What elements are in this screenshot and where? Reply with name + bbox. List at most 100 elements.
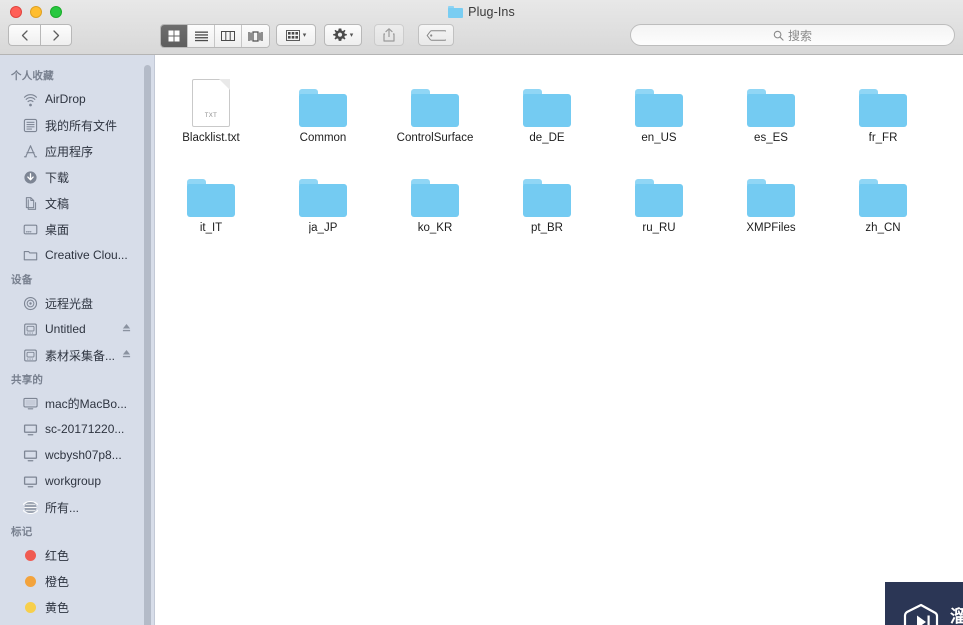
tag-dot-icon (22, 547, 38, 563)
sidebar-item-item-0[interactable]: 红色 (0, 542, 154, 568)
sidebar-item-workgroup[interactable]: workgroup (0, 468, 154, 494)
sidebar-item-item-1[interactable]: 我的所有文件 (0, 112, 154, 138)
folder-icon (859, 73, 907, 127)
sidebar-item-label: 应用程序 (45, 144, 94, 159)
sidebar-item-untitled[interactable]: Untitled (0, 316, 154, 342)
display-icon (22, 395, 38, 411)
navigation-buttons (8, 24, 72, 46)
file-item[interactable]: TXT Blacklist.txt (155, 69, 267, 159)
gear-icon (332, 28, 347, 41)
sidebar-item-label: 下载 (45, 170, 70, 185)
sidebar-item-label: 文稿 (45, 196, 70, 211)
sidebar-item-label: 我的所有文件 (45, 118, 118, 133)
folder-icon (523, 73, 571, 127)
folder-icon (411, 73, 459, 127)
desktop-icon (22, 221, 38, 237)
file-item[interactable]: it_IT (155, 159, 267, 249)
downloads-icon (22, 169, 38, 185)
computer-icon (22, 421, 38, 437)
file-item[interactable]: zh_CN (827, 159, 939, 249)
sidebar-item-label: sc-20171220... (45, 422, 125, 436)
sidebar-section-header: 共享的 (11, 374, 44, 386)
file-item[interactable]: es_ES (715, 69, 827, 159)
file-item[interactable]: fr_FR (827, 69, 939, 159)
file-item[interactable]: en_US (603, 69, 715, 159)
gallery-view-button[interactable] (242, 25, 269, 47)
file-name-label: XMPFiles (746, 222, 796, 234)
sidebar-item-mac-macbo[interactable]: mac的MacBo... (0, 390, 154, 416)
tags-button[interactable] (418, 24, 454, 46)
sidebar-item-creative-clou[interactable]: Creative Clou... (0, 242, 154, 268)
sidebar-section-header: 设备 (11, 274, 33, 286)
eject-icon[interactable] (122, 349, 131, 361)
file-item[interactable]: XMPFiles (715, 159, 827, 249)
watermark-overlay: 溜溜自学 ZIXUE.3D66.COM (885, 582, 963, 625)
sidebar-item-label: 红色 (45, 548, 70, 563)
file-name-label: ru_RU (642, 222, 676, 234)
search-input[interactable]: 搜索 (630, 24, 955, 46)
file-name-label: ControlSurface (396, 132, 474, 144)
file-item[interactable]: Common (267, 69, 379, 159)
sidebar-item-item-3[interactable]: 下载 (0, 164, 154, 190)
file-item[interactable]: ru_RU (603, 159, 715, 249)
sidebar-item-item-4[interactable]: 文稿 (0, 190, 154, 216)
file-item[interactable]: ControlSurface (379, 69, 491, 159)
search-placeholder: 搜索 (787, 28, 812, 43)
list-view-button[interactable] (188, 25, 215, 47)
file-item[interactable]: ko_KR (379, 159, 491, 249)
file-item[interactable]: ja_JP (267, 159, 379, 249)
sidebar-item-label: mac的MacBo... (45, 396, 128, 411)
back-button[interactable] (8, 24, 40, 46)
text-document-icon: TXT (192, 73, 230, 127)
tag-dot-icon (22, 599, 38, 615)
computer-icon (22, 447, 38, 463)
close-button[interactable] (10, 6, 22, 18)
traffic-lights (10, 6, 62, 18)
sidebar-item-sc-20171220[interactable]: sc-20171220... (0, 416, 154, 442)
maximize-button[interactable] (50, 6, 62, 18)
chevron-down-icon: ▾ (349, 31, 354, 39)
file-item[interactable]: pt_BR (491, 159, 603, 249)
file-browser-content[interactable]: TXT Blacklist.txt Common ControlSurface de_D… (155, 55, 963, 625)
sidebar-item-item-2[interactable]: 黄色 (0, 594, 154, 620)
folder-icon (523, 163, 571, 217)
view-mode-group (160, 24, 270, 48)
folder-icon (635, 73, 683, 127)
sidebar-item-item-1[interactable]: 橙色 (0, 568, 154, 594)
sidebar-item-airdrop[interactable]: AirDrop (0, 86, 154, 112)
forward-button[interactable] (40, 24, 72, 46)
search-icon (773, 30, 784, 41)
globe-icon (22, 499, 38, 515)
file-item[interactable]: de_DE (491, 69, 603, 159)
sidebar-item-item-4[interactable]: 所有... (0, 494, 154, 520)
sidebar-section-header: 个人收藏 (11, 70, 54, 82)
sidebar-item-item-5[interactable]: 桌面 (0, 216, 154, 242)
sidebar-item-label: 橙色 (45, 574, 70, 589)
watermark-title: 溜溜自学 (950, 606, 963, 625)
sidebar-item-label: Untitled (45, 322, 86, 336)
sidebar-item-item-2[interactable]: 素材采集备... (0, 342, 154, 368)
tag-icon (426, 29, 446, 41)
icon-view-button[interactable] (161, 25, 188, 47)
sidebar-section-header: 标记 (11, 526, 33, 538)
minimize-button[interactable] (30, 6, 42, 18)
sidebar-item-label: 素材采集备... (45, 348, 116, 363)
file-name-label: Blacklist.txt (182, 132, 240, 144)
action-button[interactable]: ▾ (324, 24, 362, 46)
folder-icon (299, 163, 347, 217)
folder-icon (411, 163, 459, 217)
sidebar-item-item-2[interactable]: 应用程序 (0, 138, 154, 164)
sidebar-item-item-0[interactable]: 远程光盘 (0, 290, 154, 316)
eject-icon[interactable] (122, 323, 131, 335)
sidebar-item-wcbysh07p8[interactable]: wcbysh07p8... (0, 442, 154, 468)
arrange-grid-icon (285, 29, 300, 41)
column-view-button[interactable] (215, 25, 242, 47)
arrange-button[interactable]: ▾ (276, 24, 316, 46)
file-name-label: pt_BR (531, 222, 563, 234)
play-button-icon (901, 602, 941, 625)
titlebar: Plug-Ins ▾ ▾ 搜索 (0, 0, 963, 55)
share-button[interactable] (374, 24, 404, 46)
file-name-label: en_US (641, 132, 677, 144)
file-name-label: it_IT (199, 222, 223, 234)
applications-icon (22, 143, 38, 159)
